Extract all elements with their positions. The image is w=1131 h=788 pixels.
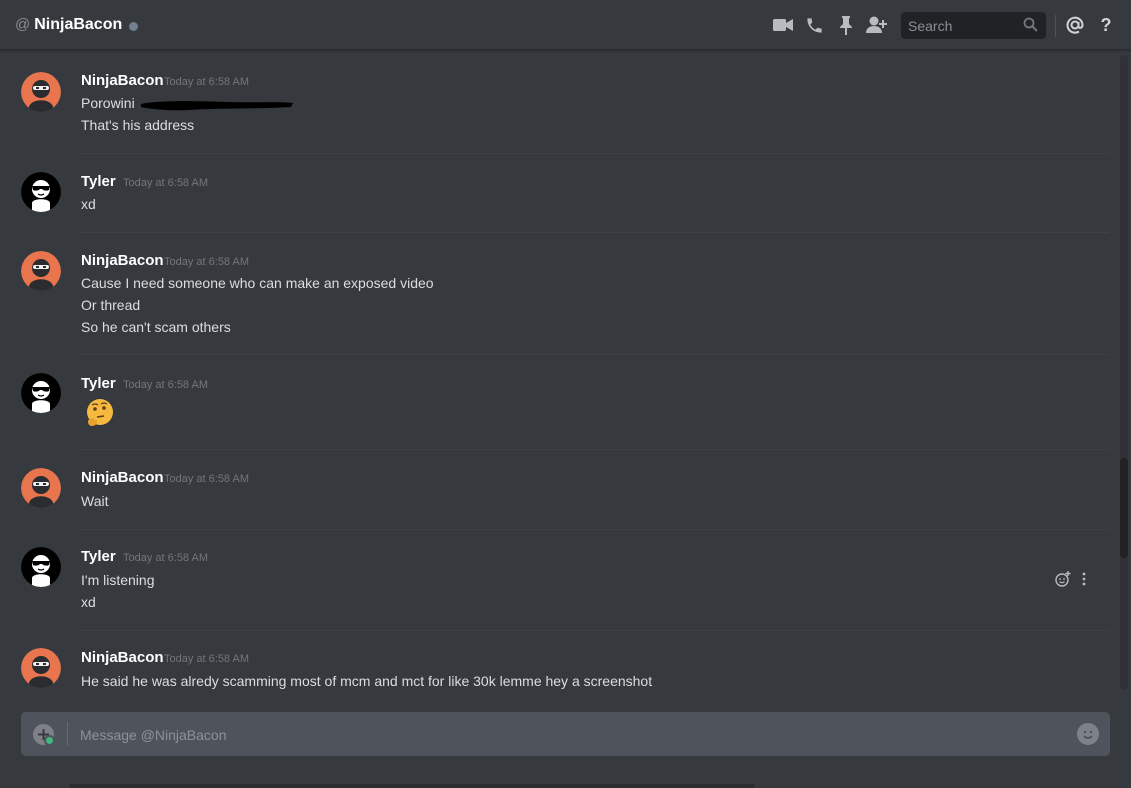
message-text: He said he was alredy scamming most of m…	[81, 673, 653, 689]
pin-icon[interactable]	[835, 14, 857, 36]
at-symbol: @	[15, 16, 31, 33]
more-options-icon[interactable]	[1081, 572, 1087, 591]
message-timestamp: Today at 6:58 AM	[164, 653, 249, 665]
message-author[interactable]: Tyler	[81, 548, 116, 566]
message-text: Cause I need someone who can make an exp…	[81, 275, 434, 291]
header-divider	[1055, 15, 1056, 37]
video-call-icon[interactable]	[772, 14, 794, 36]
channel-header: @ NinjaBacon ?	[0, 0, 1131, 50]
message-author[interactable]: NinjaBacon	[81, 649, 164, 667]
message-divider	[81, 232, 1109, 233]
avatar[interactable]	[21, 468, 61, 508]
message-text: Wait	[81, 493, 109, 509]
message-composer	[21, 712, 1110, 756]
avatar[interactable]	[21, 72, 61, 112]
message-timestamp: Today at 6:58 AM	[164, 76, 249, 88]
message-timestamp: Today at 6:58 AM	[123, 552, 208, 564]
scrollbar-track[interactable]	[1120, 55, 1128, 690]
message-divider	[81, 449, 1109, 450]
message-author[interactable]: NinjaBacon	[81, 252, 164, 270]
search-icon	[1023, 17, 1038, 37]
message-list: NinjaBacon Today at 6:58 AM Porowini Tha…	[0, 51, 1131, 691]
mention-icon[interactable]	[1064, 14, 1086, 36]
message-divider	[81, 153, 1109, 154]
message-timestamp: Today at 6:58 AM	[123, 379, 208, 391]
message-author[interactable]: NinjaBacon	[81, 469, 164, 487]
emoji-picker-icon[interactable]	[1077, 723, 1099, 745]
message-timestamp: Today at 6:58 AM	[123, 177, 208, 189]
search-input[interactable]	[908, 17, 1018, 34]
avatar[interactable]	[21, 172, 61, 212]
message-text: Porowini	[81, 95, 135, 111]
avatar[interactable]	[21, 547, 61, 587]
upload-badge	[44, 735, 55, 746]
message-input[interactable]	[80, 724, 1060, 746]
message-divider	[81, 529, 1109, 530]
add-friend-icon[interactable]	[866, 14, 888, 36]
message-timestamp: Today at 6:58 AM	[164, 256, 249, 268]
avatar[interactable]	[21, 648, 61, 688]
status-indicator	[129, 21, 139, 31]
avatar[interactable]	[21, 373, 61, 413]
message-text: Or thread	[81, 297, 141, 313]
avatar[interactable]	[21, 251, 61, 291]
message-author[interactable]: Tyler	[81, 173, 116, 191]
message-text: I'm listening	[81, 572, 155, 588]
thinking-face-emoji	[84, 397, 116, 434]
search-box[interactable]	[901, 12, 1046, 39]
scrollbar-thumb[interactable]	[1120, 458, 1128, 558]
message-divider	[81, 354, 1109, 355]
message-text: xd	[81, 196, 96, 212]
composer-divider	[67, 722, 68, 746]
bottom-bar	[70, 784, 754, 788]
message-text: That's his address	[81, 117, 195, 133]
voice-call-icon[interactable]	[803, 14, 825, 36]
message-divider	[81, 630, 1109, 631]
help-icon[interactable]: ?	[1095, 14, 1117, 36]
message-author[interactable]: Tyler	[81, 375, 116, 393]
add-reaction-icon[interactable]	[1055, 571, 1071, 592]
message-author[interactable]: NinjaBacon	[81, 72, 164, 90]
channel-title: NinjaBacon	[34, 15, 123, 33]
message-timestamp: Today at 6:58 AM	[164, 473, 249, 485]
message-text: So he can't scam others	[81, 319, 231, 335]
message-text: xd	[81, 594, 96, 610]
